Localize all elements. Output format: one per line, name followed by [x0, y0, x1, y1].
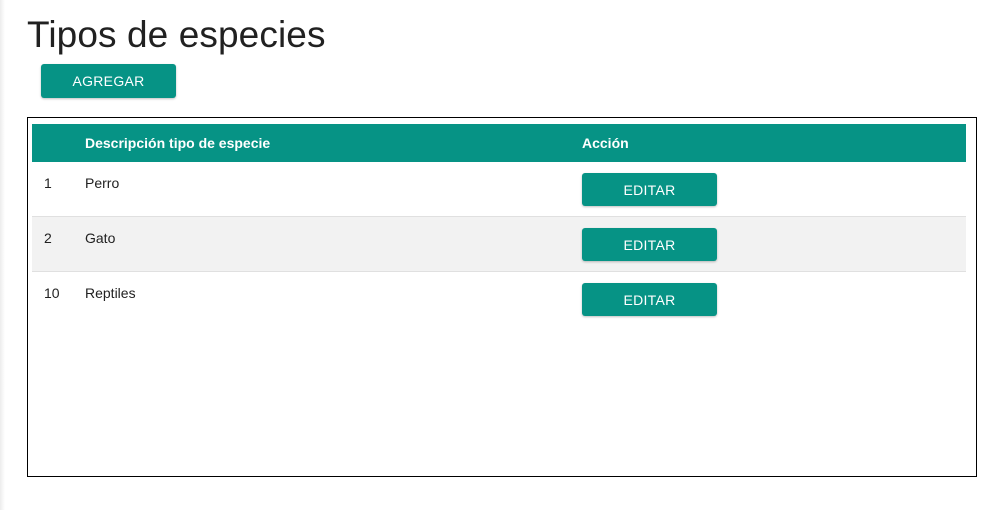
- table-header: Descripción tipo de especie Acción: [32, 124, 966, 162]
- row-description: Perro: [85, 175, 120, 191]
- row-description: Reptiles: [85, 285, 136, 301]
- header-description: Descripción tipo de especie: [85, 135, 271, 151]
- edit-button[interactable]: EDITAR: [582, 283, 717, 316]
- page-title: Tipos de especies: [27, 14, 326, 55]
- table-row: 10 Reptiles EDITAR: [32, 272, 966, 327]
- species-table: Descripción tipo de especie Acción 1 Per…: [27, 117, 977, 477]
- table-row: 1 Perro EDITAR: [32, 162, 966, 217]
- table-row: 2 Gato EDITAR: [32, 217, 966, 272]
- edit-button[interactable]: EDITAR: [582, 228, 717, 261]
- add-button[interactable]: AGREGAR: [41, 64, 176, 98]
- edit-button[interactable]: EDITAR: [582, 173, 717, 206]
- header-action: Acción: [582, 135, 629, 151]
- row-id: 2: [44, 230, 52, 246]
- row-description: Gato: [85, 230, 116, 246]
- row-id: 10: [44, 285, 60, 301]
- left-edge-shadow: [0, 0, 5, 510]
- row-id: 1: [44, 175, 52, 191]
